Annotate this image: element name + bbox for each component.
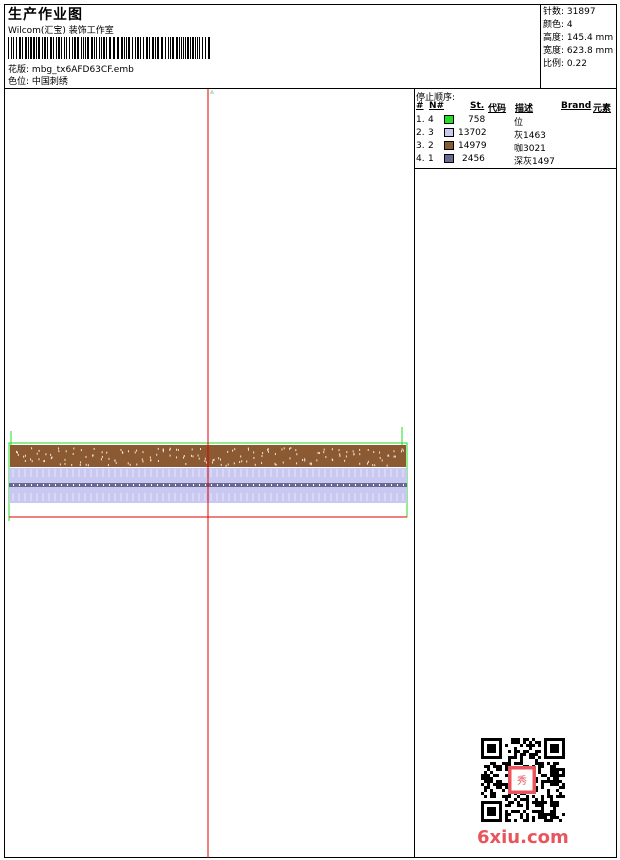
stat-stitches: 针数: 31897 bbox=[543, 7, 596, 17]
col-n: N# bbox=[429, 101, 445, 111]
col-code: 代码 bbox=[488, 104, 507, 114]
color-value: 中国刺绣 bbox=[31, 77, 68, 87]
legend-header: # N# St. 代码 描述 Brand 元素 bbox=[416, 101, 616, 114]
embroidery-design-canvas: ⁂ bbox=[8, 89, 408, 858]
company-name: Wilcom(汇宝) 装饰工作室 bbox=[8, 26, 114, 36]
color-swatch bbox=[444, 154, 454, 163]
top-marker: ⁂ bbox=[210, 90, 214, 95]
panel-divider bbox=[414, 88, 415, 858]
barcode bbox=[8, 37, 210, 59]
svg-text:秀: 秀 bbox=[517, 775, 527, 787]
legend-row: 4. 1 2456 深灰1497 bbox=[416, 154, 555, 167]
color-label: 色位: bbox=[8, 77, 30, 87]
color-swatch bbox=[444, 128, 454, 137]
col-brand: Brand bbox=[561, 101, 592, 111]
legend-divider bbox=[414, 168, 617, 169]
stats-panel: 针数: 31897 颜色: 4 高度: 145.4 mm 宽度: 623.8 m… bbox=[543, 6, 613, 71]
legend-row: 2. 3 13702 灰1463 bbox=[416, 128, 546, 141]
color-swatch bbox=[444, 141, 454, 150]
stats-divider bbox=[540, 4, 541, 88]
color-info: 色位: 中国刺绣 bbox=[8, 74, 68, 87]
qr-code: 秀 bbox=[481, 738, 565, 822]
stat-height: 高度: 145.4 mm bbox=[543, 33, 614, 43]
col-st: St. bbox=[470, 101, 485, 111]
col-seq: # bbox=[416, 101, 424, 111]
legend-row: 3. 2 14979 咖3021 bbox=[416, 141, 546, 154]
col-element: 元素 bbox=[593, 104, 612, 114]
stat-scale: 比例: 0.22 bbox=[543, 59, 587, 69]
stat-width: 宽度: 623.8 mm bbox=[543, 46, 614, 56]
legend-row: 1. 4 758 位 bbox=[416, 115, 524, 128]
stat-colors: 颜色: 4 bbox=[543, 20, 573, 30]
col-desc: 描述 bbox=[515, 104, 534, 114]
site-logo: 6xiu.com bbox=[477, 827, 569, 848]
color-swatch bbox=[444, 115, 454, 124]
page-title: 生产作业图 bbox=[8, 7, 83, 23]
